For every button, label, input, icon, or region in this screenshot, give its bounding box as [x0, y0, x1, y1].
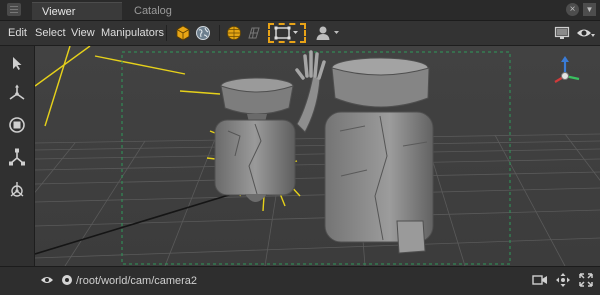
panel-grip-icon[interactable]	[7, 3, 21, 16]
status-bar: /root/world/cam/camera2	[0, 266, 600, 295]
eye-icon[interactable]	[574, 23, 598, 43]
menu-manipulators[interactable]: Manipulators	[101, 27, 164, 39]
panel-menu-icon[interactable]: ▼	[583, 3, 596, 16]
maximize-icon[interactable]	[578, 272, 594, 291]
menu-select[interactable]: Select	[35, 27, 66, 39]
user-icon[interactable]	[314, 23, 344, 43]
globe-icon[interactable]	[193, 23, 213, 43]
scene-render	[35, 46, 600, 266]
left-toolbar	[0, 46, 35, 266]
toolbar-separator	[166, 25, 167, 41]
viewport-3d[interactable]	[35, 46, 600, 266]
yellow-cube-icon[interactable]	[173, 23, 193, 43]
camera-lens-icon[interactable]	[61, 274, 73, 289]
menu-view[interactable]: View	[71, 27, 95, 39]
pan-icon[interactable]	[555, 272, 571, 291]
visibility-eye-icon[interactable]	[40, 275, 54, 288]
monitor-icon[interactable]	[552, 23, 572, 43]
select-arrow-icon[interactable]	[5, 50, 29, 76]
menu-edit[interactable]: Edit	[8, 27, 27, 39]
camera-frame-icon[interactable]	[268, 23, 306, 43]
toolbar-separator	[219, 25, 220, 41]
menu-bar: Edit Select View Manipulators	[0, 21, 600, 46]
rotate-icon[interactable]	[5, 112, 29, 138]
robot-right	[324, 57, 434, 254]
close-icon[interactable]: ×	[566, 3, 579, 16]
translate-icon[interactable]	[5, 80, 29, 106]
tab-catalog[interactable]: Catalog	[124, 2, 200, 20]
grid-icon[interactable]	[244, 23, 264, 43]
transform-icon[interactable]	[5, 176, 29, 202]
scale-icon[interactable]	[5, 144, 29, 170]
tab-bar: Viewer Catalog × ▼	[0, 0, 600, 21]
tab-viewer[interactable]: Viewer	[32, 2, 122, 20]
camera-tools-icon[interactable]	[532, 274, 548, 290]
camera-path: /root/world/cam/camera2	[76, 275, 198, 287]
yellow-sphere-icon[interactable]	[224, 23, 244, 43]
